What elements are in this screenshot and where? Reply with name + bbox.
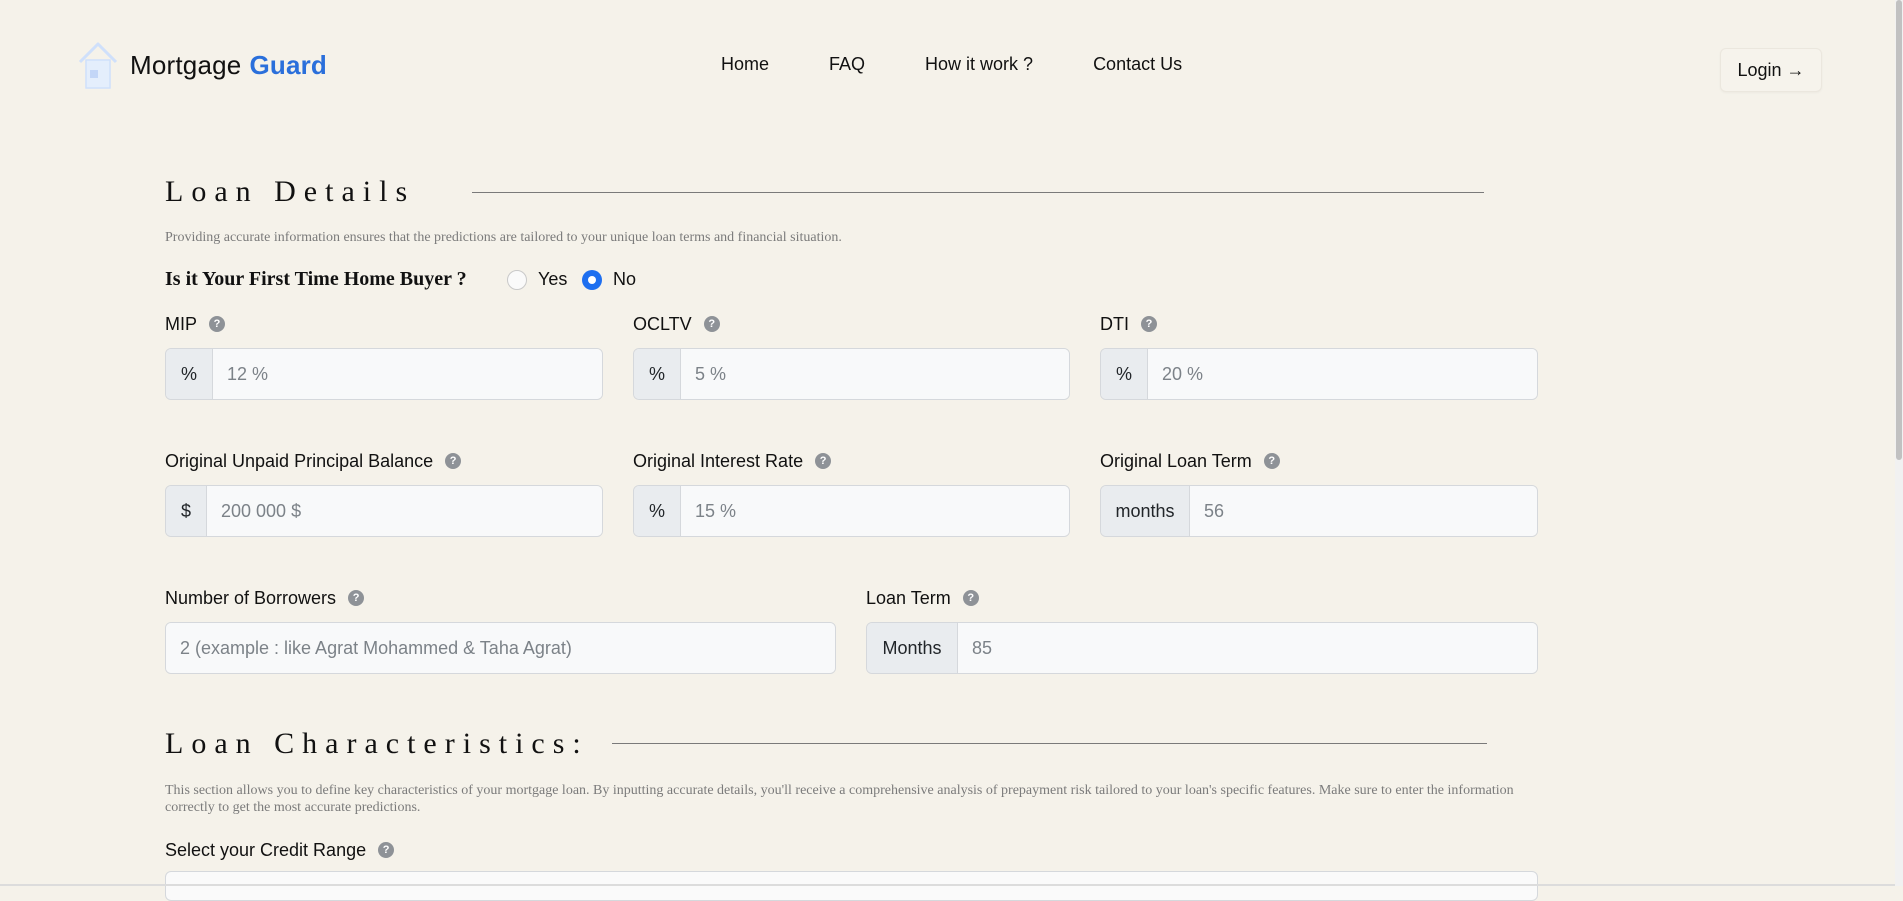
section-divider <box>472 192 1484 193</box>
mip-field: MIP? % 12 % <box>165 313 603 400</box>
ocltv-input-group: % 5 % <box>633 348 1070 400</box>
interest-rate-input[interactable]: 15 % <box>681 486 1069 536</box>
help-icon[interactable]: ? <box>962 590 979 606</box>
percent-addon: % <box>634 486 681 536</box>
loan-characteristics-description: This section allows you to define key ch… <box>165 783 1514 815</box>
credit-range-select[interactable] <box>165 871 1538 901</box>
scrollbar-thumb[interactable] <box>1896 0 1902 460</box>
help-icon[interactable]: ? <box>209 316 226 332</box>
mip-input-group: % 12 % <box>165 348 603 400</box>
nav-how-it-works[interactable]: How it work ? <box>925 54 1033 75</box>
main-nav: Home FAQ How it work ? Contact Us <box>721 54 1242 75</box>
loan-term-label: Loan Term <box>866 587 951 608</box>
help-icon[interactable]: ? <box>1141 316 1157 332</box>
borrowers-field: Number of Borrowers? 2 (example : like A… <box>165 587 836 674</box>
radio-no-label: No <box>613 269 637 289</box>
radio-yes[interactable]: Yes <box>507 269 567 290</box>
dti-input[interactable]: 20 % <box>1148 349 1537 399</box>
radio-no[interactable]: No <box>582 269 636 290</box>
section-divider <box>612 743 1487 744</box>
upb-input-group: $ 200 000 $ <box>165 485 603 537</box>
borrowers-input-group: 2 (example : like Agrat Mohammed & Taha … <box>165 622 836 674</box>
orig-loan-term-input[interactable]: 56 <box>1190 486 1537 536</box>
mip-label: MIP <box>165 313 198 334</box>
dti-input-group: % 20 % <box>1100 348 1538 400</box>
loan-term-input[interactable]: 85 <box>958 623 1537 673</box>
radio-no-circle[interactable] <box>582 269 602 290</box>
help-icon[interactable]: ? <box>703 316 720 332</box>
page-scrollbar[interactable] <box>1895 0 1903 886</box>
percent-addon: % <box>1101 349 1148 399</box>
loan-details-description: Providing accurate information ensures t… <box>165 230 842 245</box>
interest-rate-field: Original Interest Rate? % 15 % <box>633 450 1070 537</box>
dollar-addon: $ <box>166 486 207 536</box>
interest-rate-input-group: % 15 % <box>633 485 1070 537</box>
upb-field: Original Unpaid Principal Balance? $ 200… <box>165 450 603 537</box>
nav-home[interactable]: Home <box>721 54 769 75</box>
dti-label: DTI <box>1100 313 1129 334</box>
help-icon[interactable]: ? <box>445 453 462 469</box>
upb-input[interactable]: 200 000 $ <box>207 486 602 536</box>
mip-input[interactable]: 12 % <box>213 349 602 399</box>
interest-rate-label: Original Interest Rate <box>633 450 804 471</box>
help-icon[interactable]: ? <box>348 590 365 606</box>
radio-yes-label: Yes <box>538 269 568 289</box>
radio-yes-circle[interactable] <box>507 269 527 290</box>
login-button[interactable]: Login → <box>1720 48 1822 92</box>
help-icon[interactable]: ? <box>378 842 395 858</box>
borrowers-label: Number of Borrowers <box>165 587 337 608</box>
help-icon[interactable]: ? <box>815 453 832 469</box>
nav-contact[interactable]: Contact Us <box>1093 54 1182 75</box>
brand-accent: Guard <box>249 49 328 80</box>
loan-details-title: Loan Details <box>165 175 416 208</box>
dti-field: DTI? % 20 % <box>1100 313 1538 400</box>
brand-name: Mortgage Guard <box>130 49 328 80</box>
orig-loan-term-input-group: months 56 <box>1100 485 1538 537</box>
first-time-buyer-question: Is it Your First Time Home Buyer ? <box>165 268 467 290</box>
ocltv-input[interactable]: 5 % <box>681 349 1069 399</box>
nav-faq[interactable]: FAQ <box>829 54 865 75</box>
help-icon[interactable]: ? <box>1263 453 1280 469</box>
credit-range-field: Select your Credit Range? <box>165 839 395 861</box>
orig-loan-term-field: Original Loan Term? months 56 <box>1100 450 1538 537</box>
upb-label: Original Unpaid Principal Balance <box>165 450 434 471</box>
loan-characteristics-title: Loan Characteristics: <box>165 727 589 760</box>
percent-addon: % <box>166 349 213 399</box>
percent-addon: % <box>634 349 681 399</box>
credit-range-label: Select your Credit Range <box>165 839 367 860</box>
months-addon: Months <box>867 623 958 673</box>
house-icon <box>78 42 118 89</box>
brand-logo[interactable]: Mortgage Guard <box>78 40 327 90</box>
orig-loan-term-label: Original Loan Term <box>1100 450 1252 471</box>
ocltv-field: OCLTV? % 5 % <box>633 313 1070 400</box>
borrowers-input[interactable]: 2 (example : like Agrat Mohammed & Taha … <box>166 623 835 673</box>
months-addon: months <box>1101 486 1190 536</box>
ocltv-label: OCLTV <box>633 313 692 334</box>
loan-term-field: Loan Term? Months 85 <box>866 587 1538 674</box>
loan-term-input-group: Months 85 <box>866 622 1538 674</box>
